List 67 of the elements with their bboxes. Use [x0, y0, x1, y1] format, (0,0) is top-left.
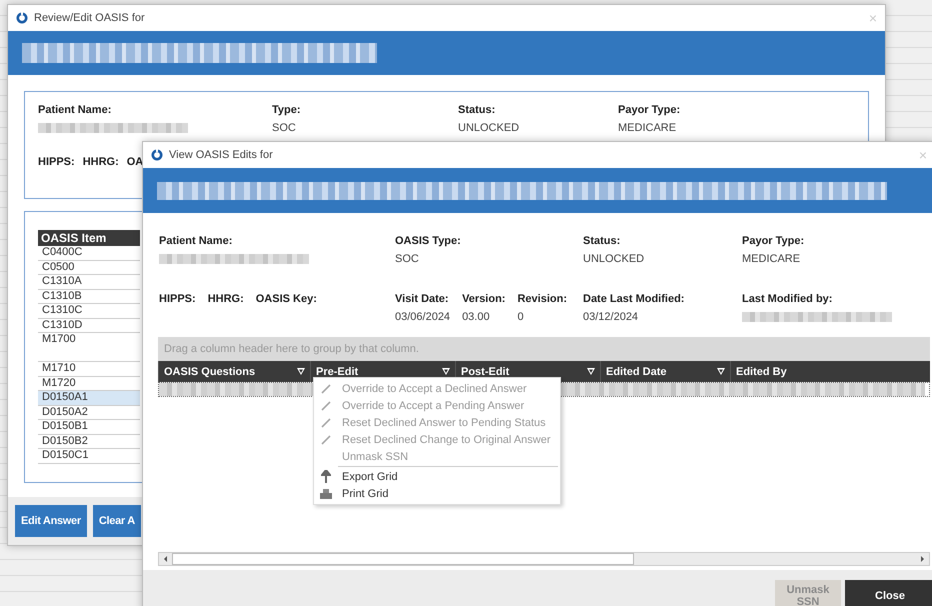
- field-label: Payor Type:: [618, 104, 682, 116]
- filter-icon[interactable]: [297, 368, 305, 375]
- list-row[interactable]: M1720: [38, 376, 140, 391]
- field-label: OASIS Type:: [395, 235, 462, 247]
- filter-icon[interactable]: [717, 368, 725, 375]
- list-row[interactable]: C1310A: [38, 275, 140, 290]
- field-value: 03/06/2024: [395, 311, 450, 323]
- window-title: View OASIS Edits for: [169, 149, 273, 161]
- list-row[interactable]: M1710: [38, 362, 140, 376]
- list-row[interactable]: M1700: [38, 333, 140, 362]
- field-value: UNLOCKED: [458, 122, 520, 134]
- field-label: Payor Type:: [742, 235, 806, 247]
- ring-logo-icon: [16, 12, 28, 24]
- field-value: 03.00: [462, 311, 491, 323]
- scrollbar[interactable]: [158, 552, 930, 566]
- list-row[interactable]: C0500: [38, 260, 140, 275]
- list-row[interactable]: C1310D: [38, 318, 140, 333]
- column-header[interactable]: Edited Date: [606, 366, 667, 378]
- field-label: HIPPS:: [38, 156, 75, 168]
- field-value: MEDICARE: [618, 122, 678, 134]
- window-title: Review/Edit OASIS for: [34, 12, 145, 24]
- ring-logo-icon: [151, 149, 163, 161]
- field-value: SOC: [395, 253, 420, 265]
- printer-icon: [320, 488, 332, 498]
- column-header[interactable]: OASIS Item: [38, 230, 140, 246]
- column-header[interactable]: Edited By: [736, 366, 787, 378]
- field-value: MEDICARE: [742, 253, 802, 265]
- field-label: Patient Name:: [159, 235, 234, 247]
- list-row[interactable]: D0150A2: [38, 406, 140, 420]
- up-arrow-icon: [321, 470, 331, 483]
- field-label: Status:: [583, 235, 622, 247]
- field-label: HIPPS:: [159, 293, 196, 307]
- column-header[interactable]: Post-Edit: [461, 366, 510, 378]
- field-label: Patient Name:: [38, 104, 112, 116]
- menu-item[interactable]: Print Grid: [314, 485, 560, 502]
- field-value: 03/12/2024: [583, 311, 640, 323]
- list-row[interactable]: D0150B1: [38, 420, 140, 434]
- menu-item[interactable]: Export Grid: [314, 468, 560, 485]
- list-row[interactable]: D0150C1: [38, 449, 140, 464]
- list-row[interactable]: D0150A1: [38, 391, 140, 406]
- field-label: Type:: [272, 104, 302, 116]
- dialog-button[interactable]: Close: [845, 580, 932, 606]
- field-label: Version:: [462, 293, 506, 305]
- field-label: OASIS Key:: [256, 293, 317, 307]
- action-button[interactable]: Edit Answer: [15, 505, 87, 537]
- list-row[interactable]: C1310B: [38, 290, 140, 304]
- field-value: UNLOCKED: [583, 253, 646, 265]
- group-hint: Drag a column header here to group by that column.: [164, 343, 419, 355]
- field-label: Last Modified by:: [742, 293, 834, 305]
- scroll-thumb[interactable]: [172, 553, 634, 565]
- field-value: SOC: [272, 122, 297, 134]
- filter-icon[interactable]: [587, 368, 595, 375]
- field-label: Date Last Modified:: [583, 293, 686, 305]
- action-button[interactable]: Clear A: [92, 505, 141, 537]
- column-header[interactable]: Pre-Edit: [316, 366, 358, 378]
- field-label: HHRG:: [208, 293, 244, 307]
- field-label: Status:: [458, 104, 496, 116]
- filter-icon[interactable]: [442, 368, 450, 375]
- field-value: 0: [517, 311, 525, 323]
- field-label: OA: [126, 156, 144, 168]
- field-label: HHRG:: [82, 156, 119, 168]
- list-row[interactable]: C0400C: [38, 246, 140, 260]
- list-row[interactable]: D0150B2: [38, 434, 140, 449]
- field-label: Revision:: [517, 293, 567, 305]
- list-row[interactable]: C1310C: [38, 304, 140, 318]
- field-label: Visit Date:: [395, 293, 450, 305]
- column-header[interactable]: OASIS Questions: [164, 366, 256, 378]
